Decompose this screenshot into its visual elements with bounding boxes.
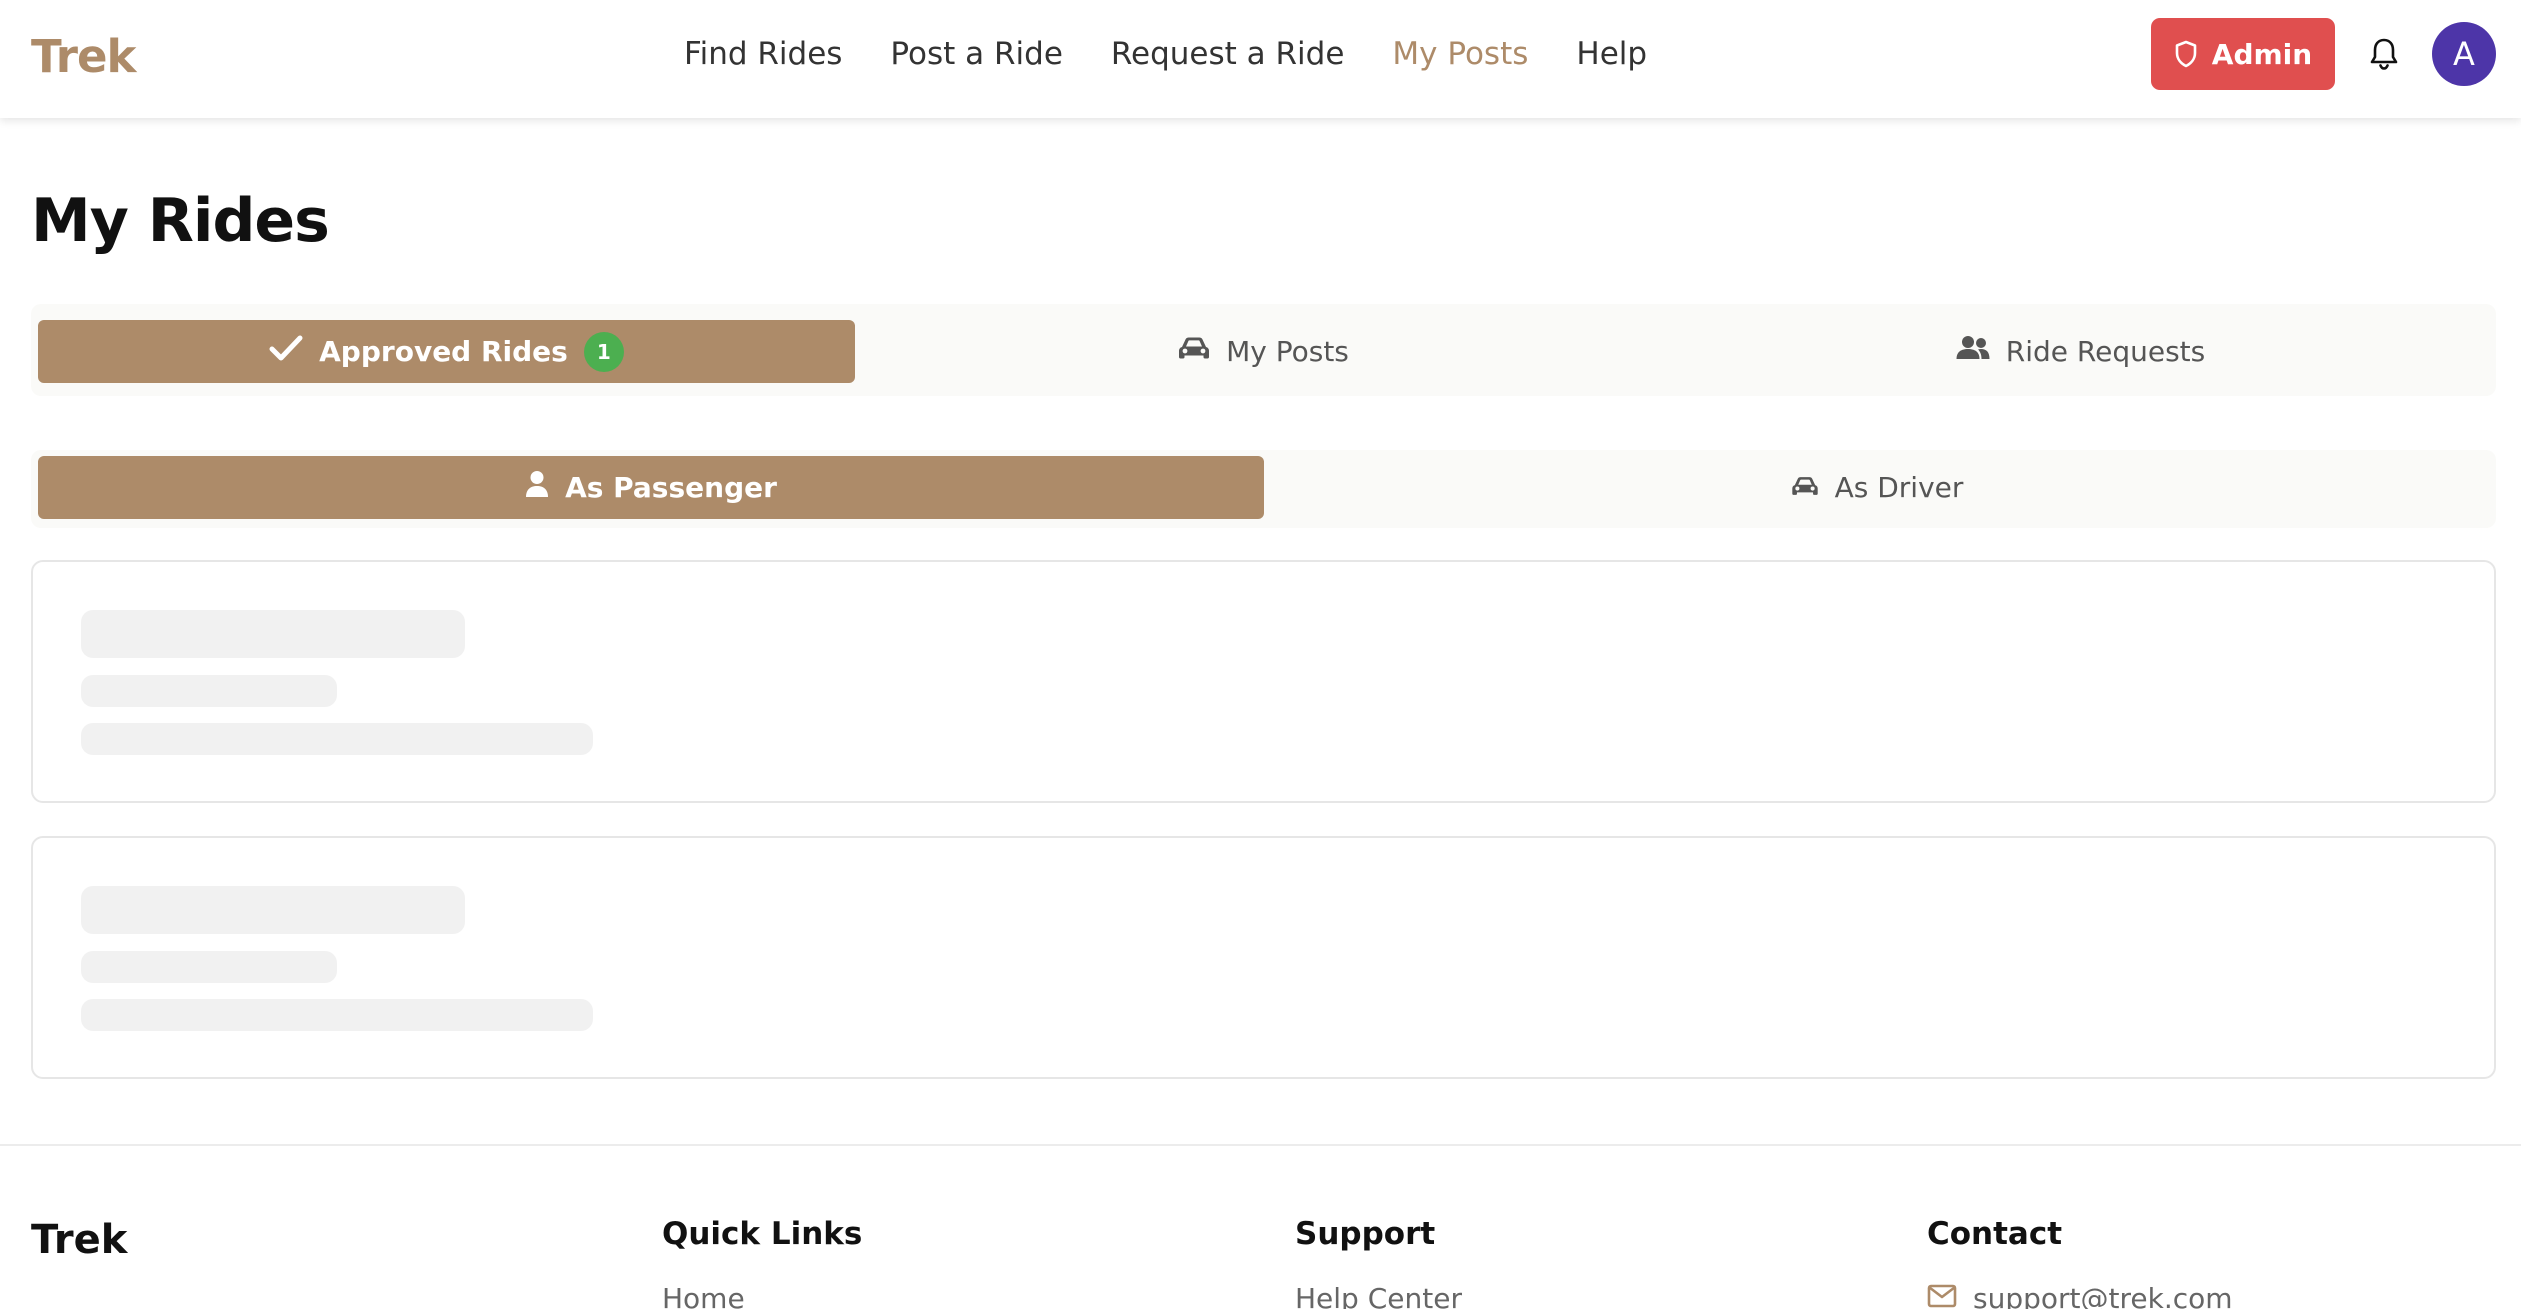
user-icon — [525, 470, 549, 505]
car-icon — [1791, 471, 1819, 504]
site-footer: Trek Quick Links Home Support Help Cente… — [0, 1144, 2521, 1309]
footer-contact: Contact support@trek.com — [1927, 1216, 2233, 1309]
top-navbar: Trek Find Rides Post a Ride Request a Ri… — [0, 0, 2521, 118]
footer-link-home[interactable]: Home — [662, 1282, 862, 1309]
footer-link-help-center[interactable]: Help Center — [1295, 1282, 1462, 1309]
skeleton-line — [81, 951, 337, 983]
skeleton-line — [81, 886, 465, 934]
skeleton-line — [81, 675, 337, 707]
nav-link-find-rides[interactable]: Find Rides — [684, 36, 842, 72]
footer-contact-email[interactable]: support@trek.com — [1927, 1282, 2233, 1309]
mail-icon — [1927, 1282, 1957, 1309]
user-avatar[interactable]: A — [2432, 22, 2496, 86]
tab-ride-requests[interactable]: Ride Requests — [1672, 320, 2489, 383]
subtab-as-passenger[interactable]: As Passenger — [38, 456, 1264, 519]
footer-heading: Quick Links — [662, 1216, 863, 1252]
count-badge: 1 — [583, 331, 624, 372]
main-nav: Find Rides Post a Ride Request a Ride My… — [684, 36, 1647, 72]
nav-link-post-a-ride[interactable]: Post a Ride — [890, 36, 1062, 72]
tab-label: Ride Requests — [2005, 335, 2206, 368]
nav-link-my-posts[interactable]: My Posts — [1392, 36, 1528, 72]
footer-logo[interactable]: Trek — [31, 1217, 127, 1263]
admin-button[interactable]: Admin — [2151, 18, 2335, 90]
check-icon — [269, 334, 303, 369]
car-icon — [1178, 335, 1210, 368]
skeleton-line — [81, 610, 465, 658]
subtab-label: As Driver — [1834, 471, 1964, 504]
tab-approved-rides[interactable]: Approved Rides 1 — [38, 320, 855, 383]
footer-support: Support Help Center — [1295, 1216, 1462, 1309]
tab-label: My Posts — [1226, 335, 1349, 368]
role-subtabs: As Passenger As Driver — [31, 450, 2496, 528]
loading-ride-card — [31, 560, 2496, 803]
footer-quick-links: Quick Links Home — [662, 1216, 862, 1309]
tab-my-posts[interactable]: My Posts — [855, 320, 1672, 383]
shield-icon — [2174, 40, 2198, 68]
skeleton-line — [81, 723, 593, 755]
contact-email-text: support@trek.com — [1973, 1282, 2233, 1309]
page-title: My Rides — [31, 186, 330, 256]
brand-logo[interactable]: Trek — [31, 30, 136, 83]
skeleton-line — [81, 999, 593, 1031]
loading-ride-card — [31, 836, 2496, 1079]
footer-heading: Support — [1295, 1216, 1436, 1252]
nav-link-help[interactable]: Help — [1576, 36, 1647, 72]
subtab-as-driver[interactable]: As Driver — [1264, 456, 2490, 519]
footer-heading: Contact — [1927, 1216, 2063, 1252]
bell-icon[interactable] — [2368, 36, 2400, 72]
rides-tabs: Approved Rides 1 My Posts Ride Requests — [31, 304, 2496, 396]
subtab-label: As Passenger — [565, 471, 777, 504]
nav-link-request-a-ride[interactable]: Request a Ride — [1111, 36, 1345, 72]
tab-label: Approved Rides — [319, 335, 568, 368]
admin-button-label: Admin — [2211, 37, 2313, 71]
users-icon — [1956, 335, 1990, 368]
